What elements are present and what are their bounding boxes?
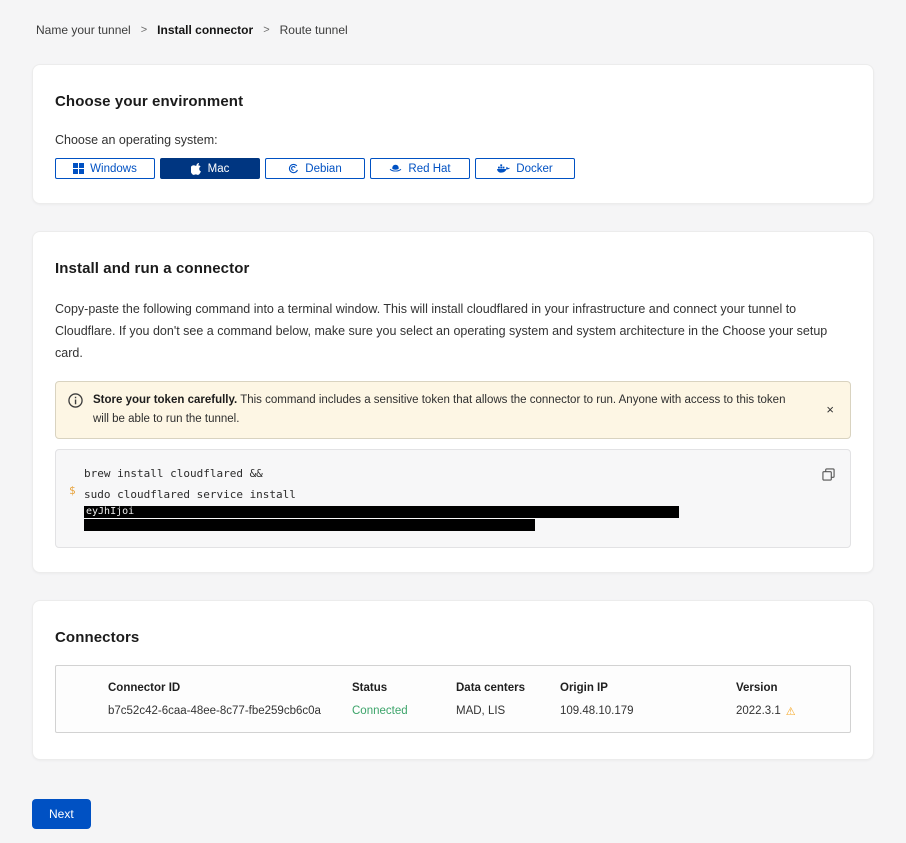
version-warning-icon: ⚠ [786, 705, 796, 718]
os-button-label: Mac [208, 163, 230, 175]
token-prefix: eyJhIjoi [86, 506, 134, 517]
os-button-row: Windows Mac Debian Red Hat [55, 158, 851, 179]
os-button-label: Red Hat [408, 163, 450, 175]
breadcrumb: Name your tunnel > Install connector > R… [32, 23, 874, 37]
environment-card: Choose your environment Choose an operat… [32, 64, 874, 204]
connectors-table-header: Connector ID Status Data centers Origin … [108, 682, 850, 694]
terminal-prompt: $ [69, 484, 76, 497]
status-badge: Connected [352, 705, 456, 717]
windows-icon [73, 163, 84, 174]
breadcrumb-step-install-connector[interactable]: Install connector [157, 23, 253, 37]
col-header-status: Status [352, 682, 456, 694]
redacted-token-bar [84, 519, 535, 531]
command-line-2: sudo cloudflared service install [84, 484, 806, 505]
os-button-label: Docker [516, 163, 552, 175]
os-button-mac[interactable]: Mac [160, 158, 260, 179]
next-button[interactable]: Next [32, 799, 91, 829]
col-header-origin-ip: Origin IP [560, 682, 736, 694]
connectors-table: Connector ID Status Data centers Origin … [55, 665, 851, 733]
close-icon[interactable]: × [822, 401, 838, 418]
breadcrumb-step-route-tunnel[interactable]: Route tunnel [280, 23, 348, 37]
table-row: b7c52c42-6caa-48ee-8c77-fbe259cb6c0a Con… [108, 705, 850, 718]
command-line-1: brew install cloudflared && [84, 463, 806, 484]
os-button-redhat[interactable]: Red Hat [370, 158, 470, 179]
token-warning-banner: Store your token carefully. This command… [55, 381, 851, 439]
install-description: Copy-paste the following command into a … [55, 299, 851, 365]
data-centers-value: MAD, LIS [456, 705, 560, 717]
version-value: 2022.3.1 ⚠ [736, 705, 850, 718]
version-number: 2022.3.1 [736, 705, 781, 717]
token-warning-lead: Store your token carefully. [93, 394, 237, 406]
docker-icon [497, 163, 510, 174]
breadcrumb-step-name-your-tunnel[interactable]: Name your tunnel [36, 23, 131, 37]
install-card: Install and run a connector Copy-paste t… [32, 231, 874, 573]
redhat-icon [389, 163, 402, 174]
breadcrumb-separator: > [141, 24, 147, 36]
connector-id-value: b7c52c42-6caa-48ee-8c77-fbe259cb6c0a [108, 705, 352, 717]
install-command-block: $ brew install cloudflared && sudo cloud… [55, 449, 851, 548]
col-header-connector-id: Connector ID [108, 682, 352, 694]
os-button-windows[interactable]: Windows [55, 158, 155, 179]
command-token-line: eyJhIjoi [84, 505, 806, 518]
token-warning-text: Store your token carefully. This command… [93, 391, 812, 429]
info-icon [68, 393, 83, 413]
origin-ip-value: 109.48.10.179 [560, 705, 736, 717]
os-button-debian[interactable]: Debian [265, 158, 365, 179]
breadcrumb-separator: > [263, 24, 269, 36]
os-button-label: Windows [90, 163, 137, 175]
connectors-card-title: Connectors [55, 629, 851, 646]
copy-icon[interactable] [820, 466, 837, 486]
apple-icon [191, 162, 202, 175]
col-header-data-centers: Data centers [456, 682, 560, 694]
os-button-docker[interactable]: Docker [475, 158, 575, 179]
col-header-version: Version [736, 682, 850, 694]
os-select-label: Choose an operating system: [55, 133, 851, 147]
debian-icon [288, 163, 299, 174]
redacted-token-bar: eyJhIjoi [84, 506, 679, 518]
environment-card-title: Choose your environment [55, 93, 851, 110]
connectors-card: Connectors Connector ID Status Data cent… [32, 600, 874, 760]
install-card-title: Install and run a connector [55, 260, 851, 277]
os-button-label: Debian [305, 163, 341, 175]
page: Name your tunnel > Install connector > R… [0, 0, 906, 843]
